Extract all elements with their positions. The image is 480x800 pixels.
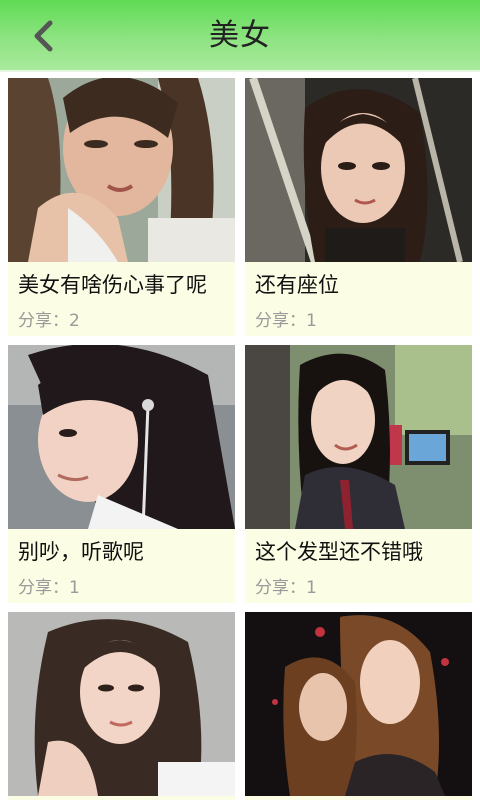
photo-thumbnail[interactable] bbox=[245, 612, 472, 796]
photo-card[interactable] bbox=[8, 612, 235, 800]
photo-thumbnail[interactable] bbox=[8, 345, 235, 529]
card-title: 别吵，听歌呢 bbox=[18, 540, 144, 564]
photo-card[interactable]: 美女有啥伤心事了呢 分享：2 bbox=[8, 78, 235, 336]
photo-grid[interactable]: 美女有啥伤心事了呢 分享：2 还有座位 分享：1 别吵，听歌呢 分享：1 这个发… bbox=[0, 72, 480, 800]
share-count: 分享：1 bbox=[255, 311, 317, 331]
photo-thumbnail[interactable] bbox=[245, 78, 472, 262]
app-header: 美女 bbox=[0, 0, 480, 72]
photo-thumbnail[interactable] bbox=[8, 612, 235, 796]
page-title: 美女 bbox=[209, 18, 271, 53]
photo-thumbnail[interactable] bbox=[245, 345, 472, 529]
share-count: 分享：1 bbox=[18, 578, 80, 598]
card-title: 这个发型还不错哦 bbox=[255, 540, 423, 564]
card-title: 还有座位 bbox=[255, 273, 339, 297]
card-title: 美女有啥伤心事了呢 bbox=[18, 273, 207, 297]
share-count: 分享：1 bbox=[255, 578, 317, 598]
photo-card[interactable]: 还有座位 分享：1 bbox=[245, 78, 472, 336]
photo-card[interactable]: 这个发型还不错哦 分享：1 bbox=[245, 345, 472, 603]
photo-thumbnail[interactable] bbox=[8, 78, 235, 262]
photo-card[interactable] bbox=[245, 612, 472, 800]
share-count: 分享：2 bbox=[18, 311, 80, 331]
photo-card[interactable]: 别吵，听歌呢 分享：1 bbox=[8, 345, 235, 603]
